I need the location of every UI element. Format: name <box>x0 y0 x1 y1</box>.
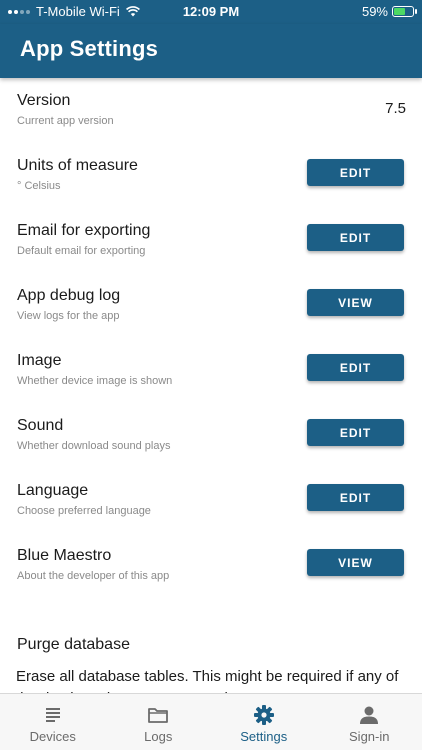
setting-description: About the developer of this app <box>17 570 170 582</box>
setting-description: Whether download sound plays <box>17 440 171 452</box>
setting-label: Version <box>17 92 71 109</box>
setting-row-version: Version Current app version 7.5 <box>0 78 422 143</box>
setting-description: View logs for the app <box>17 310 120 322</box>
setting-label: Sound <box>17 417 64 434</box>
battery-group: 59% <box>361 4 417 19</box>
purge-database-label: Purge database <box>17 636 130 653</box>
setting-row-debug-log: App debug log View logs for the app VIEW <box>0 273 422 338</box>
battery-percent: 59% <box>361 4 388 19</box>
person-icon <box>360 706 379 724</box>
setting-description: Choose preferred language <box>17 505 151 517</box>
status-time: 12:09 PM <box>182 4 240 19</box>
setting-label: Blue Maestro <box>17 547 112 564</box>
folder-icon <box>148 708 169 723</box>
setting-row-blue-maestro: Blue Maestro About the developer of this… <box>0 533 422 598</box>
tab-settings[interactable]: Settings <box>211 694 317 750</box>
page-title: App Settings <box>20 36 159 61</box>
setting-row-image: Image Whether device image is shown EDIT <box>0 338 422 403</box>
setting-row-sound: Sound Whether download sound plays EDIT <box>0 403 422 468</box>
list-icon <box>45 708 60 722</box>
tab-devices[interactable]: Devices <box>0 694 106 750</box>
setting-label: Image <box>17 352 62 369</box>
battery-icon <box>392 6 417 17</box>
view-debug-log-button[interactable]: VIEW <box>307 289 404 316</box>
version-value: 7.5 <box>385 100 406 117</box>
app-header: App Settings <box>0 24 422 78</box>
setting-description: Current app version <box>17 115 114 127</box>
edit-email-button[interactable]: EDIT <box>307 224 404 251</box>
tab-label: Logs <box>144 729 173 744</box>
tab-logs[interactable]: Logs <box>106 694 212 750</box>
edit-language-button[interactable]: EDIT <box>307 484 404 511</box>
edit-image-button[interactable]: EDIT <box>307 354 404 381</box>
setting-description: Whether device image is shown <box>17 375 173 387</box>
tab-label: Settings <box>240 729 288 744</box>
purge-database-section[interactable]: Purge database Erase all database tables… <box>0 633 422 693</box>
edit-sound-button[interactable]: EDIT <box>307 419 404 446</box>
setting-row-email: Email for exporting Default email for ex… <box>0 208 422 273</box>
tab-label: Sign-in <box>349 729 390 744</box>
setting-description: Default email for exporting <box>17 245 146 257</box>
tab-sign-in[interactable]: Sign-in <box>317 694 422 750</box>
setting-row-language: Language Choose preferred language EDIT <box>0 468 422 533</box>
view-blue-maestro-button[interactable]: VIEW <box>307 549 404 576</box>
tab-bar: Devices Logs Settings Sign-in <box>0 693 422 750</box>
setting-row-units: Units of measure ° Celsius EDIT <box>0 143 422 208</box>
status-bar: T-Mobile Wi-Fi 12:09 PM 59% <box>0 0 422 24</box>
setting-label: Email for exporting <box>17 222 151 239</box>
setting-label: App debug log <box>17 287 121 304</box>
tab-label: Devices <box>29 729 76 744</box>
setting-label: Units of measure <box>17 157 138 174</box>
purge-database-description: Erase all database tables. This might be… <box>16 668 399 693</box>
setting-description: ° Celsius <box>17 180 61 192</box>
gear-icon <box>253 705 274 725</box>
setting-label: Language <box>17 482 89 499</box>
edit-units-button[interactable]: EDIT <box>307 159 404 186</box>
